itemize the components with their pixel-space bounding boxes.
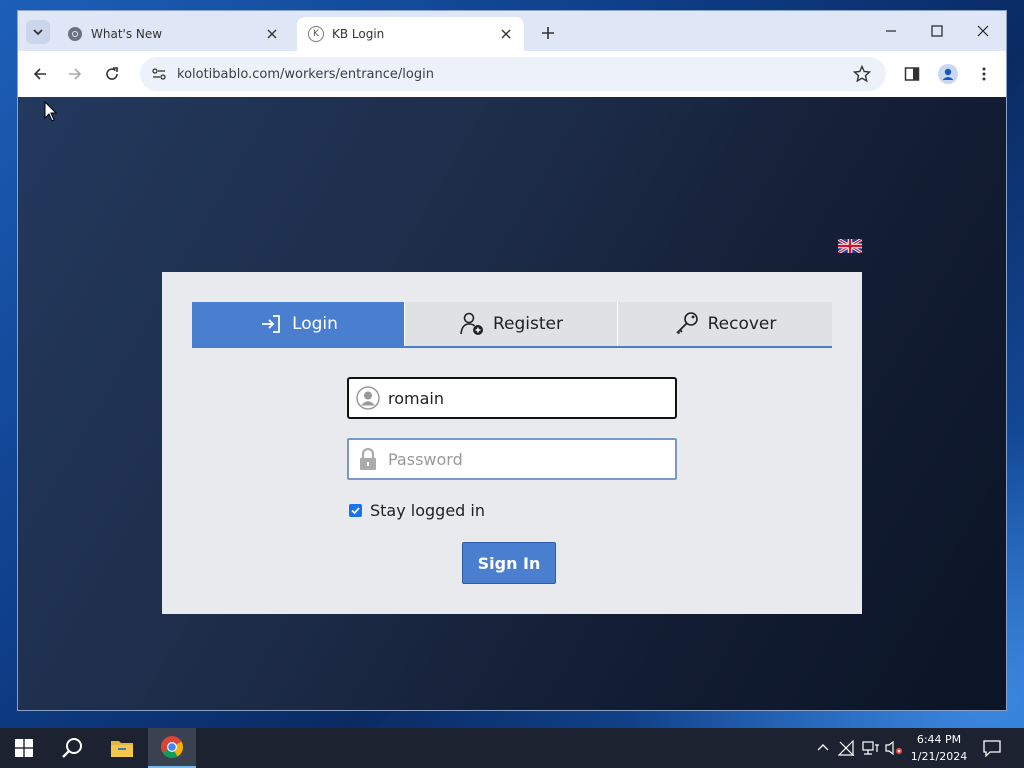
site-info-icon[interactable] <box>150 65 168 83</box>
ethernet-icon[interactable] <box>861 738 881 758</box>
close-icon <box>977 25 989 37</box>
mouse-cursor-icon <box>44 101 58 122</box>
folder-icon <box>111 741 133 757</box>
login-icon <box>258 311 284 337</box>
browser-window: What's New K KB Login kolotibablo.com/wo… <box>18 11 1006 710</box>
checkmark-icon <box>351 507 360 515</box>
tab-login-label: Login <box>292 314 338 334</box>
side-panel-icon <box>904 67 920 81</box>
key-icon <box>674 311 700 337</box>
add-user-icon <box>459 311 485 337</box>
tab-title: What's New <box>91 27 163 41</box>
tab-kb-login[interactable]: K KB Login <box>297 17 524 51</box>
chrome-icon <box>67 26 83 42</box>
stay-logged-in-label: Stay logged in <box>370 501 486 520</box>
arrow-right-icon <box>69 68 82 80</box>
back-button[interactable] <box>28 62 52 86</box>
show-hidden-icons-button[interactable] <box>813 738 833 758</box>
password-input[interactable] <box>386 448 660 470</box>
forward-button[interactable] <box>63 62 87 86</box>
lock-icon <box>356 447 380 471</box>
clock-time: 6:44 PM <box>916 733 962 746</box>
address-bar[interactable]: kolotibablo.com/workers/entrance/login <box>140 57 886 91</box>
reload-icon <box>106 67 118 80</box>
system-clock[interactable]: 6:44 PM 1/21/2024 <box>906 731 972 765</box>
network-status-icon[interactable] <box>837 738 857 758</box>
tab-whats-new[interactable]: What's New <box>56 17 290 51</box>
login-panel: Login Register Recover romain Stay logge… <box>162 272 862 614</box>
start-button[interactable] <box>0 728 48 768</box>
close-window-button[interactable] <box>971 19 995 43</box>
k-logo-icon: K <box>308 26 324 42</box>
stay-logged-in[interactable]: Stay logged in <box>349 501 485 520</box>
tab-strip: What's New K KB Login <box>18 11 1006 51</box>
close-tab-icon[interactable] <box>262 24 282 44</box>
side-panel-button[interactable] <box>900 62 924 86</box>
minimize-button[interactable] <box>879 19 903 43</box>
tab-register[interactable]: Register <box>405 302 618 346</box>
maximize-button[interactable] <box>925 19 949 43</box>
menu-button[interactable] <box>972 62 996 86</box>
username-field[interactable] <box>347 377 677 419</box>
chevron-down-icon <box>33 29 43 36</box>
chat-bubble-icon <box>983 740 1001 757</box>
username-input[interactable] <box>386 387 660 409</box>
user-icon <box>356 386 380 410</box>
close-tab-icon[interactable] <box>496 24 516 44</box>
browser-toolbar: kolotibablo.com/workers/entrance/login <box>18 51 1006 97</box>
chevron-up-icon <box>817 744 829 751</box>
reload-button[interactable] <box>100 62 124 86</box>
auth-tabs: Login Register Recover <box>192 302 832 348</box>
taskbar: 6:44 PM 1/21/2024 <box>0 728 1024 768</box>
taskbar-search-button[interactable] <box>48 728 96 768</box>
arrow-left-icon <box>33 68 46 80</box>
uk-flag-icon[interactable] <box>838 239 862 253</box>
tab-search-button[interactable] <box>26 20 50 44</box>
file-explorer-button[interactable] <box>98 728 146 768</box>
profile-avatar-icon <box>938 64 958 84</box>
minimize-icon <box>886 30 896 32</box>
maximize-icon <box>931 25 943 37</box>
sign-in-button[interactable]: Sign In <box>462 542 556 584</box>
bookmark-star-icon[interactable] <box>852 64 872 84</box>
page-viewport: Login Register Recover romain Stay logge… <box>18 97 1006 710</box>
profile-button[interactable] <box>936 62 960 86</box>
plus-icon <box>542 27 554 39</box>
tab-register-label: Register <box>493 314 563 334</box>
notification-center-button[interactable] <box>982 738 1002 758</box>
search-icon <box>62 738 82 758</box>
volume-muted-icon[interactable] <box>884 738 904 758</box>
tab-login[interactable]: Login <box>192 302 405 346</box>
tab-recover[interactable]: Recover <box>618 302 832 346</box>
password-field[interactable] <box>347 438 677 480</box>
chrome-taskbar-button[interactable] <box>148 728 196 768</box>
clock-date: 1/21/2024 <box>910 750 968 763</box>
new-tab-button[interactable] <box>537 22 559 44</box>
more-vertical-icon <box>982 67 986 81</box>
tab-title: KB Login <box>332 27 385 41</box>
tab-recover-label: Recover <box>707 314 777 334</box>
url-text: kolotibablo.com/workers/entrance/login <box>177 66 434 82</box>
windows-logo-icon <box>15 739 33 757</box>
chrome-icon <box>161 736 183 758</box>
stay-logged-in-checkbox[interactable] <box>349 504 362 517</box>
